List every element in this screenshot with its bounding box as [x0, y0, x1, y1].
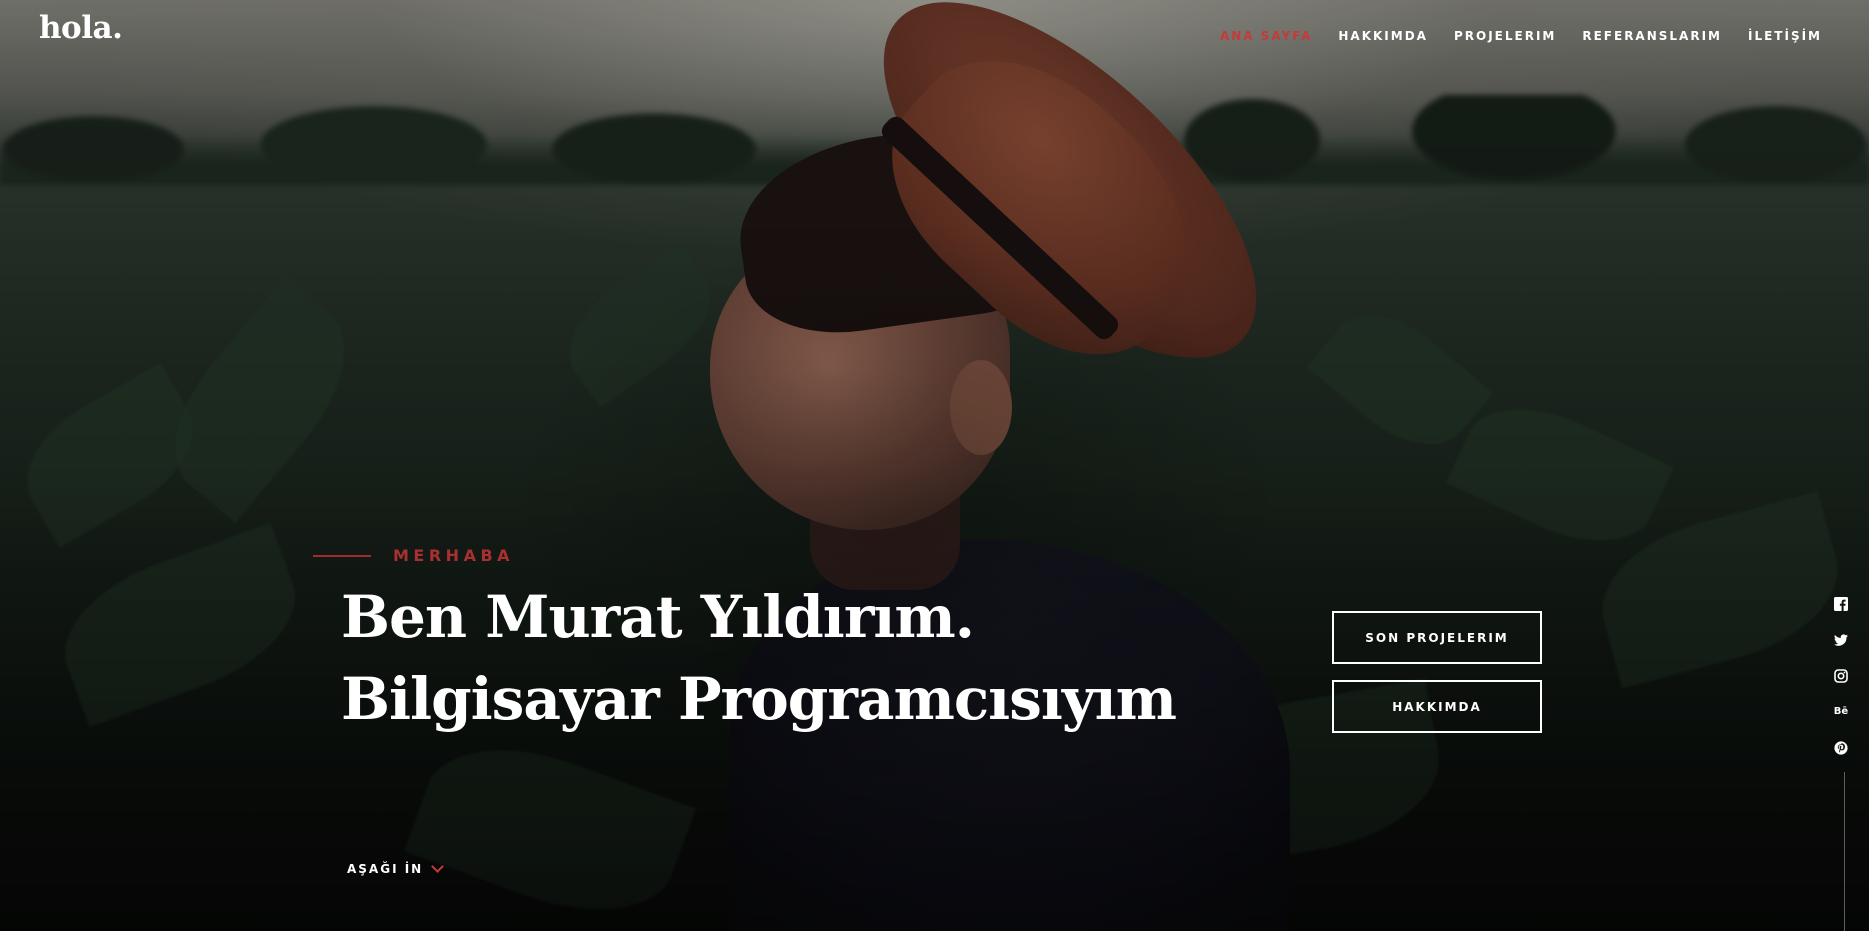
facebook-icon[interactable] — [1834, 596, 1848, 611]
headline-line-1: Ben Murat Yıldırım. — [341, 583, 975, 651]
nav-item-projects[interactable]: PROJELERIM — [1454, 29, 1556, 43]
intro-row: MERHABA — [313, 546, 514, 565]
hero-background-image — [0, 0, 1869, 931]
intro-divider-line — [313, 554, 371, 557]
about-button[interactable]: HAKKIMDA — [1332, 680, 1542, 733]
chevron-down-icon — [431, 860, 445, 873]
headline-line-2: Bilgisayar Programcısıyım — [341, 665, 1177, 733]
nav-item-references[interactable]: REFERANSLARIM — [1582, 29, 1722, 43]
latest-projects-button[interactable]: SON PROJELERIM — [1332, 611, 1542, 664]
twitter-icon[interactable] — [1834, 632, 1848, 647]
hero-headline: Ben Murat Yıldırım. Bilgisayar Programcı… — [341, 576, 1177, 740]
nav-item-about[interactable]: HAKKIMDA — [1338, 29, 1428, 43]
intro-text: MERHABA — [393, 546, 515, 565]
social-links: Bē — [1834, 596, 1848, 755]
nav-item-contact[interactable]: İLETİŞİM — [1748, 29, 1822, 43]
pinterest-icon[interactable] — [1834, 740, 1848, 755]
scroll-down-label: AŞAĞI İN — [347, 862, 424, 876]
nav-item-home[interactable]: ANA SAYFA — [1220, 29, 1312, 43]
instagram-icon[interactable] — [1834, 668, 1848, 683]
main-nav: ANA SAYFA HAKKIMDA PROJELERIM REFERANSLA… — [1220, 29, 1822, 43]
site-logo[interactable]: hola. — [39, 10, 123, 46]
behance-icon[interactable]: Bē — [1834, 704, 1848, 719]
social-rail-line — [1844, 772, 1845, 931]
scroll-down-link[interactable]: AŞAĞI İN — [347, 860, 445, 876]
